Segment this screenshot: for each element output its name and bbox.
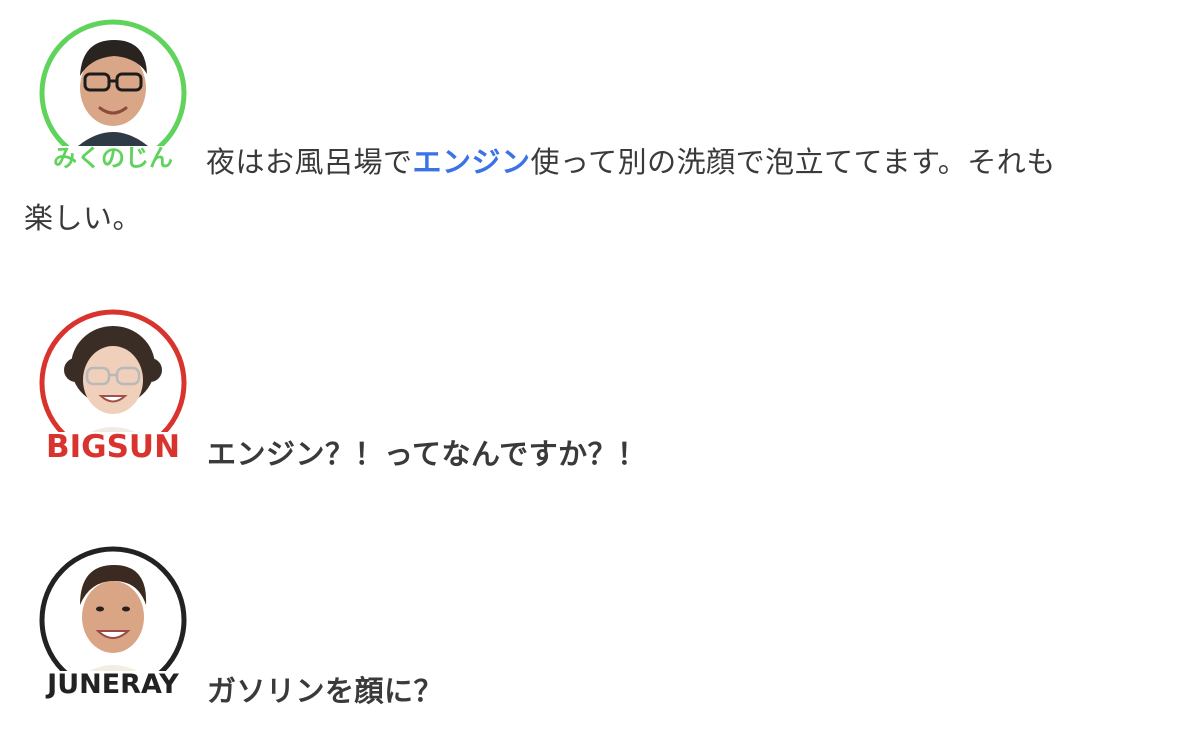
message-text-juneray: ガソリンを顔に？ — [207, 674, 444, 708]
speaker-name-bigsun: BIGSUN — [38, 432, 188, 463]
avatar-juneray: JUNERAY — [38, 545, 188, 698]
chat-message-juneray: JUNERAY ガソリンを顔に？ — [0, 535, 1200, 731]
speaker-name-juneray: JUNERAY — [38, 671, 188, 698]
chat-message-mikunojin: みくのじん 夜はお風呂場でエンジン使って別の洗顔で泡立ててます。それも 楽しい。 — [0, 0, 1200, 250]
message-text-mikunojin: 夜はお風呂場でエンジン使って別の洗顔で泡立ててます。それも 楽しい。 — [24, 134, 1174, 246]
avatar-bigsun: BIGSUN — [38, 308, 188, 463]
message-text-part: 夜はお風呂場で — [206, 145, 413, 179]
chat-message-bigsun: BIGSUN エンジン？！ってなんですか？！ — [0, 300, 1200, 500]
message-text-part: 使って別の洗顔で泡立ててます。それも — [530, 145, 1056, 179]
message-text-bigsun: エンジン？！ってなんですか？！ — [207, 437, 647, 471]
message-text-part: 楽しい。 — [24, 201, 143, 235]
highlighted-keyword: エンジン — [412, 145, 531, 179]
